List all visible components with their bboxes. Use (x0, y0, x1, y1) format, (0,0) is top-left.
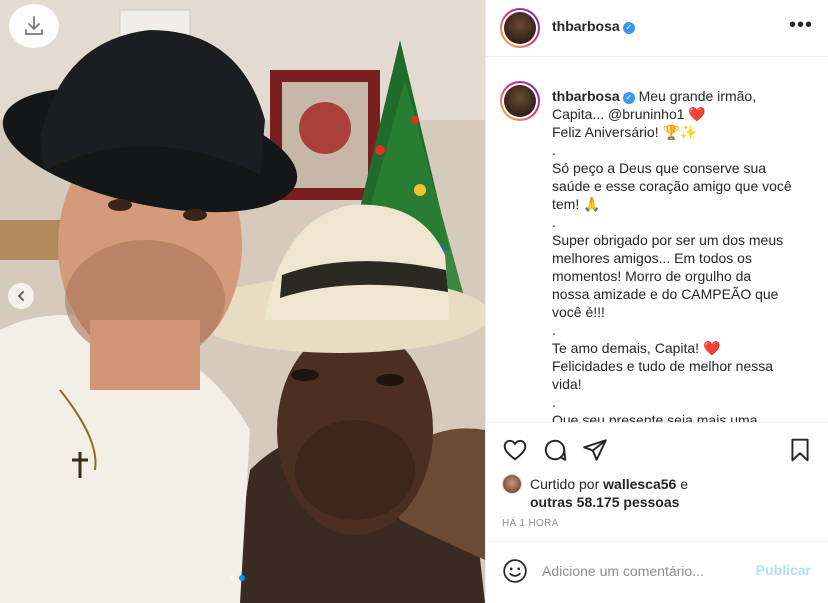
download-icon (25, 16, 43, 35)
photo-scene (0, 0, 485, 603)
author-avatar[interactable] (500, 8, 540, 48)
caption-line: Só peço a Deus que conserve sua (552, 160, 767, 176)
likes-prefix: Curtido por (530, 476, 604, 492)
comment-icon[interactable] (542, 437, 568, 463)
likes-middle: e (676, 476, 689, 492)
caption-line: vida! (552, 376, 582, 392)
more-options-icon[interactable]: ••• (789, 14, 813, 37)
caption-line: momentos! Morro de orgulho da (552, 268, 752, 284)
carousel-indicator (229, 575, 245, 581)
caption-line: . (552, 322, 556, 338)
post-header: thbarbosa ✓ ••• (486, 0, 828, 57)
caption-line: . (552, 142, 556, 158)
author-username-header[interactable]: thbarbosa ✓ (552, 18, 635, 36)
liker-username[interactable]: wallesca56 (603, 476, 676, 492)
action-bar (486, 437, 828, 471)
chevron-left-icon (17, 291, 24, 301)
likes-text: Curtido por wallesca56 e outras 58.175 p… (530, 475, 688, 511)
bookmark-icon[interactable] (787, 437, 813, 463)
caption-line: melhores amigos... Em todos os (552, 250, 752, 266)
comment-box: Publicar (486, 541, 828, 603)
caption-line: nossa amizade e do CAMPEÃO que (552, 286, 779, 302)
post-photo[interactable] (0, 0, 485, 603)
caption-text: thbarbosa ✓ Meu grande irmão, Capita... @… (552, 87, 814, 423)
heart-icon[interactable] (502, 437, 528, 463)
carousel-prev-button[interactable] (8, 283, 34, 309)
caption-author-avatar[interactable] (500, 81, 540, 121)
caption-area: thbarbosa ✓ Meu grande irmão, Capita... @… (486, 57, 828, 423)
caption-line: tem! 🙏 (552, 196, 601, 212)
download-button[interactable] (9, 4, 59, 48)
caption-line: . (552, 394, 556, 410)
username[interactable]: thbarbosa (552, 18, 620, 34)
caption-line: Que seu presente seja mais uma (552, 412, 758, 423)
publish-button[interactable]: Publicar (756, 562, 811, 578)
caption-line: Feliz Aniversário! 🏆✨ (552, 124, 698, 140)
caption-line: Meu grande irmão, (638, 88, 757, 104)
caption-line: Capita... @bruninho1 ❤️ (552, 106, 706, 122)
carousel-dot (229, 575, 235, 581)
caption-line: Super obrigado por ser um dos meus (552, 232, 784, 248)
verified-badge-icon: ✓ (622, 92, 635, 104)
caption-line: Te amo demais, Capita! ❤️ (552, 340, 721, 356)
post-timestamp[interactable]: Há 1 hora (502, 518, 559, 529)
carousel-dot-active (239, 575, 245, 581)
comment-input[interactable] (542, 560, 742, 582)
emoji-icon[interactable] (502, 558, 528, 584)
share-icon[interactable] (582, 437, 608, 463)
caption-line: saúde e esse coração amigo que você (552, 178, 792, 194)
post-side-panel: thbarbosa ✓ ••• thbarbosa ✓ Meu grande irm… (485, 0, 828, 603)
caption-username[interactable]: thbarbosa (552, 88, 620, 104)
caption-line: você é!!! (552, 304, 605, 320)
liker-avatar[interactable] (502, 474, 522, 494)
likes-others-link[interactable]: outras 58.175 pessoas (530, 494, 679, 510)
caption-line: . (552, 214, 556, 230)
caption-line: Felicidades e tudo de melhor nessa (552, 358, 774, 374)
verified-badge-icon: ✓ (622, 22, 635, 34)
